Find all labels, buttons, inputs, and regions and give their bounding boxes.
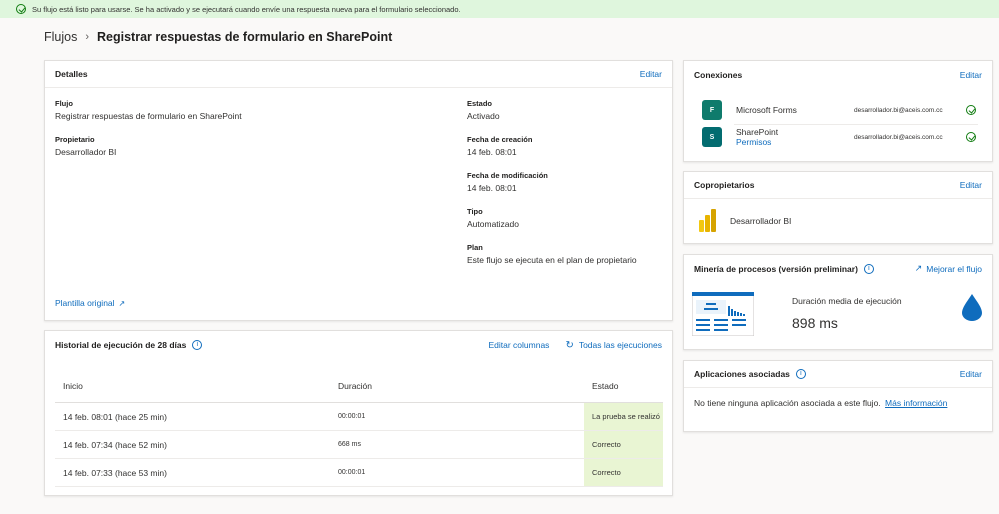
column-start[interactable]: Inicio xyxy=(55,381,330,391)
refresh-icon: ↻ xyxy=(565,339,574,351)
improve-flow-label: Mejorar el flujo xyxy=(926,263,982,274)
process-mining-card: Minería de procesos (versión preliminar)… xyxy=(683,254,993,350)
row-start: 14 feb. 07:33 (hace 53 min) xyxy=(63,467,167,478)
connection-account: desarrollador.bi@aceis.com.cc xyxy=(854,133,943,141)
table-row[interactable]: 14 feb. 07:34 (hace 52 min) 668 ms Corre… xyxy=(55,431,663,459)
modified-label: Fecha de modificación xyxy=(467,171,548,180)
connection-account: desarrollador.bi@aceis.com.cc xyxy=(854,106,943,114)
coowner-name: Desarrollador BI xyxy=(730,216,792,226)
process-chart-thumbnail xyxy=(692,292,754,336)
success-banner: Su flujo está listo para usarse. Se ha a… xyxy=(0,0,999,18)
coowners-edit-button[interactable]: Editar xyxy=(960,180,982,190)
column-duration[interactable]: Duración xyxy=(330,381,584,391)
connection-name: SharePoint xyxy=(736,127,779,137)
run-history-card: Historial de ejecución de 28 días i Edit… xyxy=(44,330,673,496)
check-circle-icon xyxy=(966,105,976,115)
row-status: Correcto xyxy=(584,459,663,486)
coowner-item: Desarrollador BI xyxy=(698,208,791,234)
state-value: Activado xyxy=(467,111,500,121)
metric-label: Duración media de ejecución xyxy=(792,296,902,306)
edit-columns-button[interactable]: Editar columnas xyxy=(488,340,549,350)
external-link-icon: ↗ xyxy=(118,298,126,308)
history-actions: Editar columnas ↻ Todas las ejecuciones xyxy=(488,340,662,351)
details-card: Detalles Editar Flujo Registrar respuest… xyxy=(44,60,673,321)
all-runs-button[interactable]: Todas las ejecuciones xyxy=(579,340,662,350)
info-icon[interactable]: i xyxy=(863,263,874,274)
connection-item[interactable]: F Microsoft Forms desarrollador.bi@aceis… xyxy=(702,99,980,121)
details-title: Detalles xyxy=(55,69,88,79)
created-label: Fecha de creación xyxy=(467,135,533,144)
sharepoint-app-icon: S xyxy=(702,127,722,147)
breadcrumb-flows-link[interactable]: Flujos xyxy=(44,30,77,44)
row-duration: 00:00:01 xyxy=(338,469,366,476)
connection-name: Microsoft Forms xyxy=(736,105,797,115)
associated-apps-card: Aplicaciones asociadas i Editar No tiene… xyxy=(683,360,993,432)
type-value: Automatizado xyxy=(467,219,519,229)
connection-name-wrap: SharePoint Permisos xyxy=(736,127,854,147)
apps-empty-text: No tiene ninguna aplicación asociada a e… xyxy=(694,398,881,408)
original-template-link[interactable]: Plantilla original ↗ xyxy=(55,298,125,308)
check-circle-icon xyxy=(966,132,976,142)
flow-value: Registrar respuestas de formulario en Sh… xyxy=(55,111,242,121)
metric-value: 898 ms xyxy=(792,315,838,331)
table-header: Inicio Duración Estado xyxy=(55,369,663,403)
more-info-link[interactable]: Más información xyxy=(885,398,947,408)
forms-app-icon: F xyxy=(702,100,722,120)
created-value: 14 feb. 08:01 xyxy=(467,147,517,157)
breadcrumb: Flujos › Registrar respuestas de formula… xyxy=(44,30,392,44)
connections-edit-button[interactable]: Editar xyxy=(960,70,982,80)
type-label: Tipo xyxy=(467,207,483,216)
column-status[interactable]: Estado xyxy=(584,369,663,402)
row-status: La prueba se realizó xyxy=(584,403,663,430)
row-status: Correcto xyxy=(584,431,663,458)
row-start: 14 feb. 07:34 (hace 52 min) xyxy=(63,439,167,450)
coowners-card: Copropietarios Editar Desarrollador BI xyxy=(683,171,993,244)
connection-item[interactable]: S SharePoint Permisos desarrollador.bi@a… xyxy=(702,126,980,148)
row-start: 14 feb. 08:01 (hace 25 min) xyxy=(63,411,167,422)
connections-title: Conexiones xyxy=(694,69,743,80)
chevron-right-icon: › xyxy=(85,31,90,43)
history-title-wrap: Historial de ejecución de 28 días i xyxy=(55,340,203,350)
state-label: Estado xyxy=(467,99,493,108)
run-history-table: Inicio Duración Estado 14 feb. 08:01 (ha… xyxy=(55,369,663,487)
improve-flow-button[interactable]: ↗ Mejorar el flujo xyxy=(915,263,982,274)
info-icon[interactable]: i xyxy=(192,340,203,350)
info-icon[interactable]: i xyxy=(795,369,806,379)
page-title: Registrar respuestas de formulario en Sh… xyxy=(97,30,393,44)
original-template-label: Plantilla original xyxy=(55,298,115,308)
connections-card: Conexiones Editar F Microsoft Forms desa… xyxy=(683,60,993,162)
owner-label: Propietario xyxy=(55,135,95,144)
table-row[interactable]: 14 feb. 07:33 (hace 53 min) 00:00:01 Cor… xyxy=(55,459,663,487)
details-edit-button[interactable]: Editar xyxy=(640,69,662,79)
flow-label: Flujo xyxy=(55,99,73,108)
row-duration: 00:00:01 xyxy=(338,413,366,420)
divider xyxy=(734,124,978,125)
table-row[interactable]: 14 feb. 08:01 (hace 25 min) 00:00:01 La … xyxy=(55,403,663,431)
permissions-link[interactable]: Permisos xyxy=(736,137,854,147)
banner-text: Su flujo está listo para usarse. Se ha a… xyxy=(32,4,461,14)
apps-title: Aplicaciones asociadas xyxy=(694,369,790,379)
apps-edit-button[interactable]: Editar xyxy=(960,369,982,379)
modified-value: 14 feb. 08:01 xyxy=(467,183,517,193)
apps-title-wrap: Aplicaciones asociadas i xyxy=(694,369,806,379)
mining-title-wrap: Minería de procesos (versión preliminar)… xyxy=(694,263,874,274)
history-title: Historial de ejecución de 28 días xyxy=(55,340,187,350)
apps-empty-message: No tiene ninguna aplicación asociada a e… xyxy=(694,398,947,408)
row-duration: 668 ms xyxy=(338,441,361,448)
power-bi-icon xyxy=(699,209,716,232)
water-drop-icon xyxy=(962,294,982,321)
coowners-title: Copropietarios xyxy=(694,180,755,190)
plan-value: Este flujo se ejecuta en el plan de prop… xyxy=(467,255,637,265)
mining-title: Minería de procesos (versión preliminar) xyxy=(694,263,858,274)
check-circle-icon xyxy=(16,4,26,14)
external-link-icon: ↗ xyxy=(914,263,923,273)
owner-value: Desarrollador BI xyxy=(55,147,117,157)
plan-label: Plan xyxy=(467,243,483,252)
